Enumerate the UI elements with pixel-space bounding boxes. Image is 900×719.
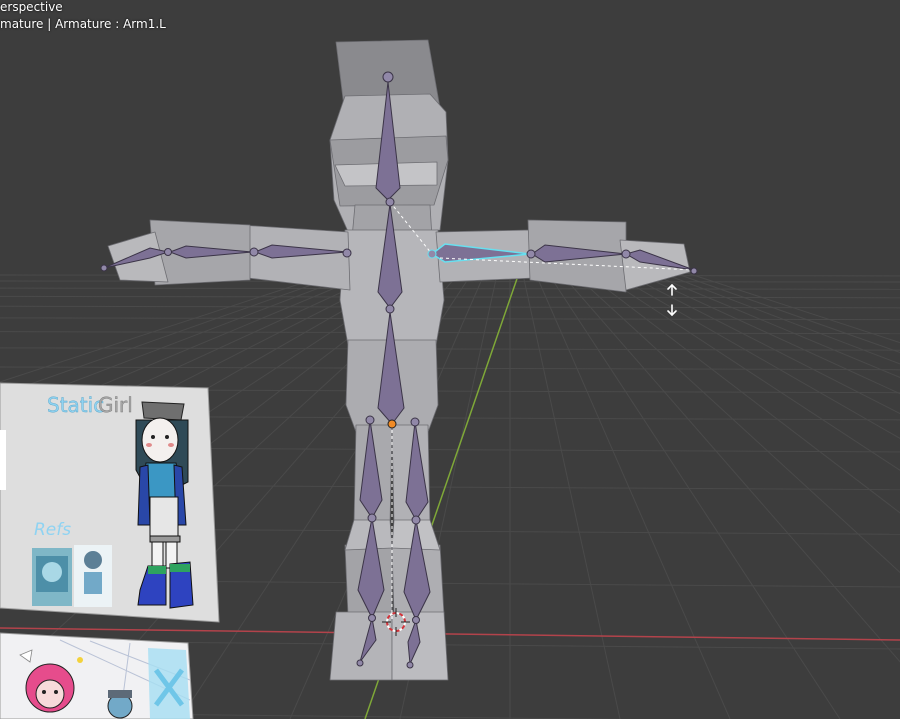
3d-viewport[interactable]: Static Girl Refs erspective mature | Arm… xyxy=(0,0,900,719)
ref-title-girl: Girl xyxy=(98,393,133,417)
reference-image-static-girl[interactable]: Static Girl Refs xyxy=(0,382,220,623)
viewport-scene[interactable]: Static Girl Refs xyxy=(0,0,900,719)
object-origin-icon[interactable] xyxy=(387,419,397,429)
joint-head-tip[interactable] xyxy=(382,71,394,83)
joint-elbow-l[interactable] xyxy=(249,247,259,257)
joint-ankle-r[interactable] xyxy=(412,616,420,624)
reference-image-2[interactable] xyxy=(0,632,194,719)
joint-toe-l[interactable] xyxy=(356,659,364,667)
viewport-object-status: mature | Armature : Arm1.L xyxy=(0,17,166,31)
joint-chest[interactable] xyxy=(385,304,395,314)
joint-fingertip-r[interactable] xyxy=(690,267,698,275)
joint-neck[interactable] xyxy=(385,197,395,207)
vertical-move-cursor-icon xyxy=(667,283,677,317)
joint-elbow-r[interactable] xyxy=(526,249,536,259)
joint-knee-r[interactable] xyxy=(411,515,421,525)
joint-wrist-r[interactable] xyxy=(621,249,631,259)
viewport-view-label: erspective xyxy=(0,0,63,14)
joint-fingertip-l[interactable] xyxy=(100,264,108,272)
joint-toe-r[interactable] xyxy=(406,661,414,669)
joint-wrist-l[interactable] xyxy=(164,248,172,256)
joint-ankle-l[interactable] xyxy=(368,614,376,622)
x-axis-line xyxy=(0,627,900,641)
joint-knee-l[interactable] xyxy=(367,513,377,523)
ref-title-static: Static xyxy=(47,393,104,417)
ref-character-drawing xyxy=(135,401,194,609)
joint-hip-l[interactable] xyxy=(365,415,375,425)
joint-shoulder-r[interactable] xyxy=(427,249,437,259)
joint-hip-r[interactable] xyxy=(410,417,420,427)
left-upper-arm-mesh[interactable] xyxy=(239,224,351,291)
ref-refs-label: Refs xyxy=(34,520,71,540)
right-foot-mesh[interactable] xyxy=(391,611,449,681)
joint-shoulder-l[interactable] xyxy=(342,248,352,258)
